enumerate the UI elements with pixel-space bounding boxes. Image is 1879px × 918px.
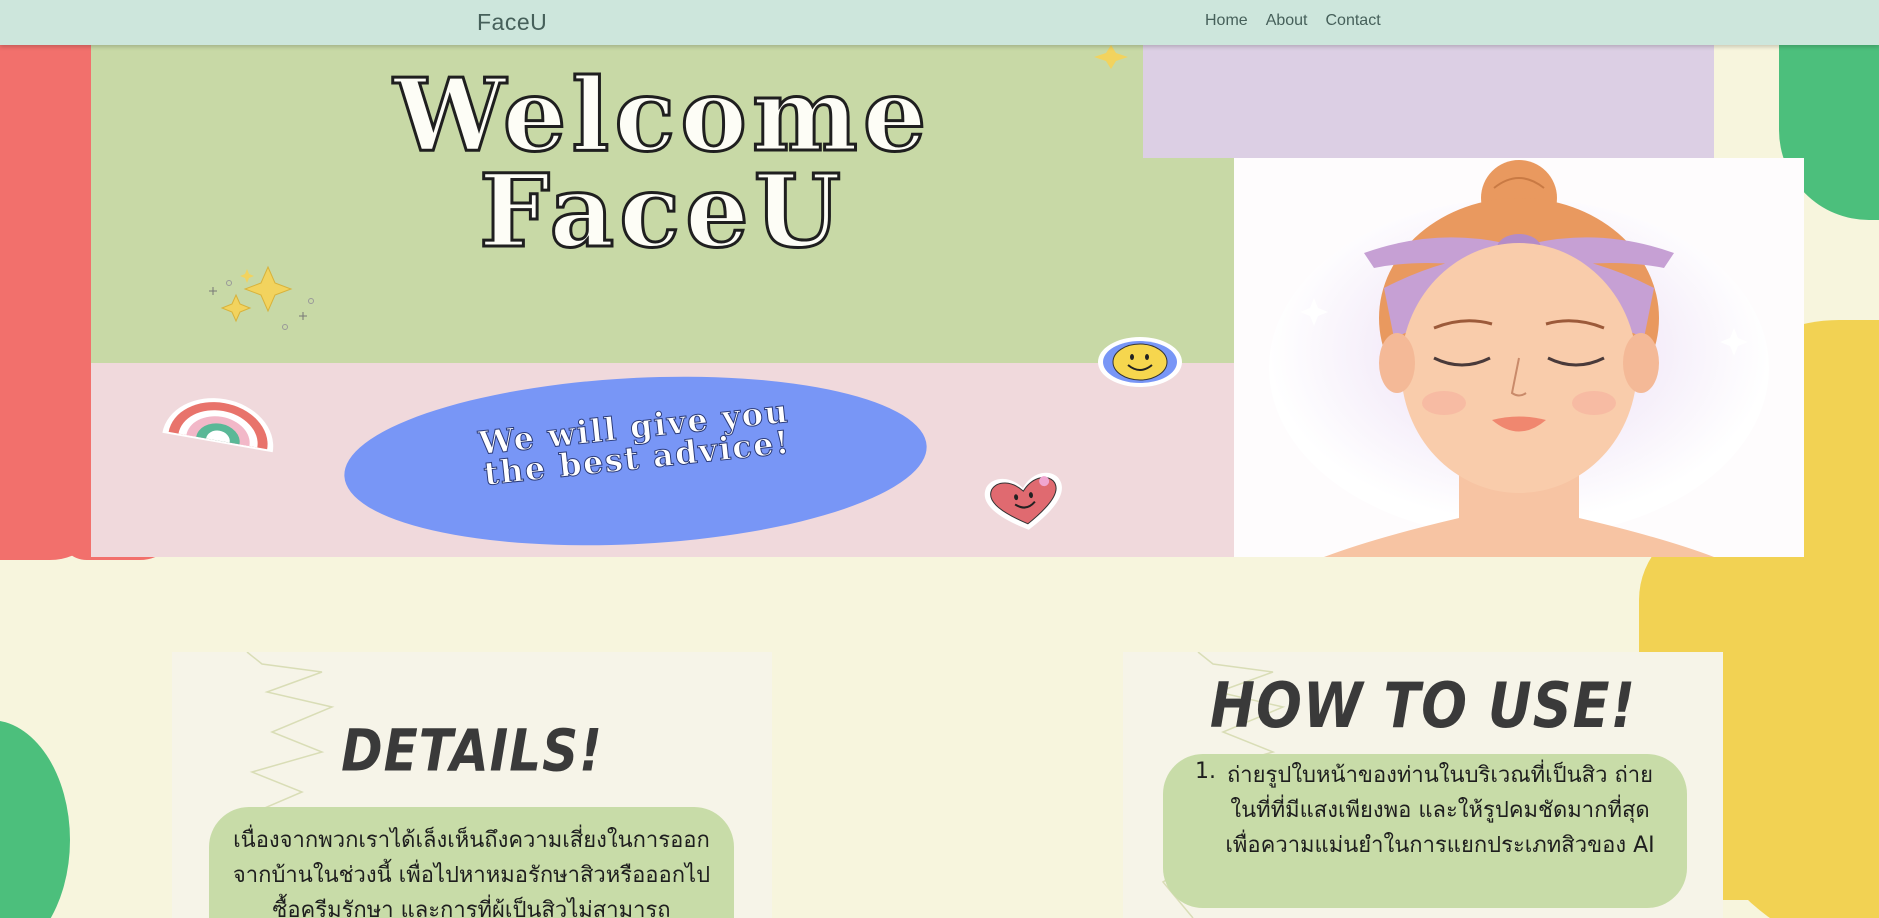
how-to-use-card: HOW TO USE! ถ่ายรูปใบหน้าของท่านในบริเวณ… xyxy=(1123,652,1723,918)
brand-logo[interactable]: FaceU xyxy=(477,9,547,36)
details-bubble: เนื่องจากพวกเราได้เล็งเห็นถึงความเสี่ยงใ… xyxy=(209,807,734,918)
sparkle-icon xyxy=(209,265,314,330)
navbar: FaceU Home About Contact xyxy=(0,0,1879,45)
details-text: เนื่องจากพวกเราได้เล็งเห็นถึงความเสี่ยงใ… xyxy=(232,828,711,918)
nav-link-about[interactable]: About xyxy=(1266,12,1308,30)
rainbow-icon xyxy=(162,398,274,453)
bg-blob-green-bottom-left xyxy=(0,720,70,918)
heart-smiley-icon xyxy=(984,472,1062,530)
details-card: DETAILS! เนื่องจากพวกเราได้เล็งเห็นถึงคว… xyxy=(172,652,772,918)
hero-right-top-panel xyxy=(1143,45,1714,158)
nav-link-home[interactable]: Home xyxy=(1205,12,1248,30)
hero-banner: Welcome FaceU We will give you the best … xyxy=(91,45,1234,557)
step-number: 1. xyxy=(1195,759,1216,784)
woman-face-illustration xyxy=(1234,158,1804,557)
details-title: DETAILS! xyxy=(341,717,603,785)
smiley-icon xyxy=(1098,337,1182,387)
hero-title: Welcome FaceU xyxy=(91,56,1234,270)
hero-title-line1: Welcome xyxy=(392,56,932,174)
nav-link-contact[interactable]: Contact xyxy=(1326,12,1381,30)
hero-title-line2: FaceU xyxy=(477,152,847,270)
how-to-use-title: HOW TO USE! xyxy=(1209,669,1637,742)
how-to-use-bubble: ถ่ายรูปใบหน้าของท่านในบริเวณที่เป็นสิว ถ… xyxy=(1163,754,1687,908)
nav-links: Home About Contact xyxy=(1205,12,1381,30)
step-text: ถ่ายรูปใบหน้าของท่านในบริเวณที่เป็นสิว ถ… xyxy=(1225,763,1655,858)
